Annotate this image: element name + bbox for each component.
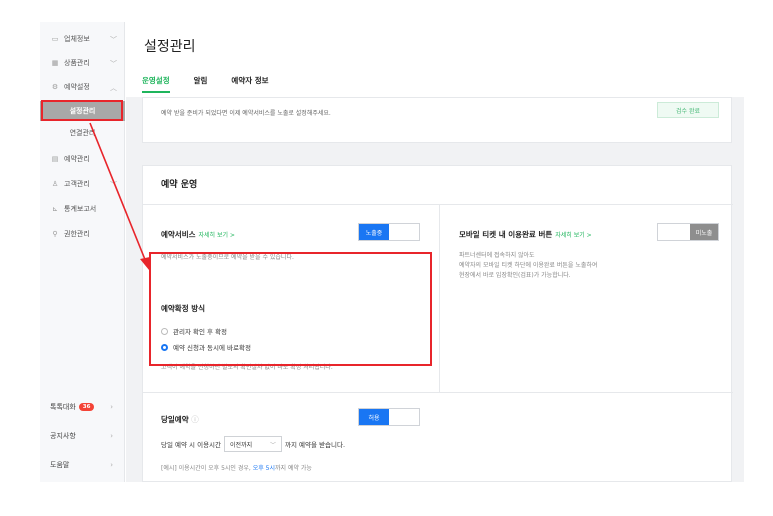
arrow-head [140, 257, 150, 270]
annotation-arrow [89, 122, 150, 270]
arrow-line [89, 122, 147, 263]
